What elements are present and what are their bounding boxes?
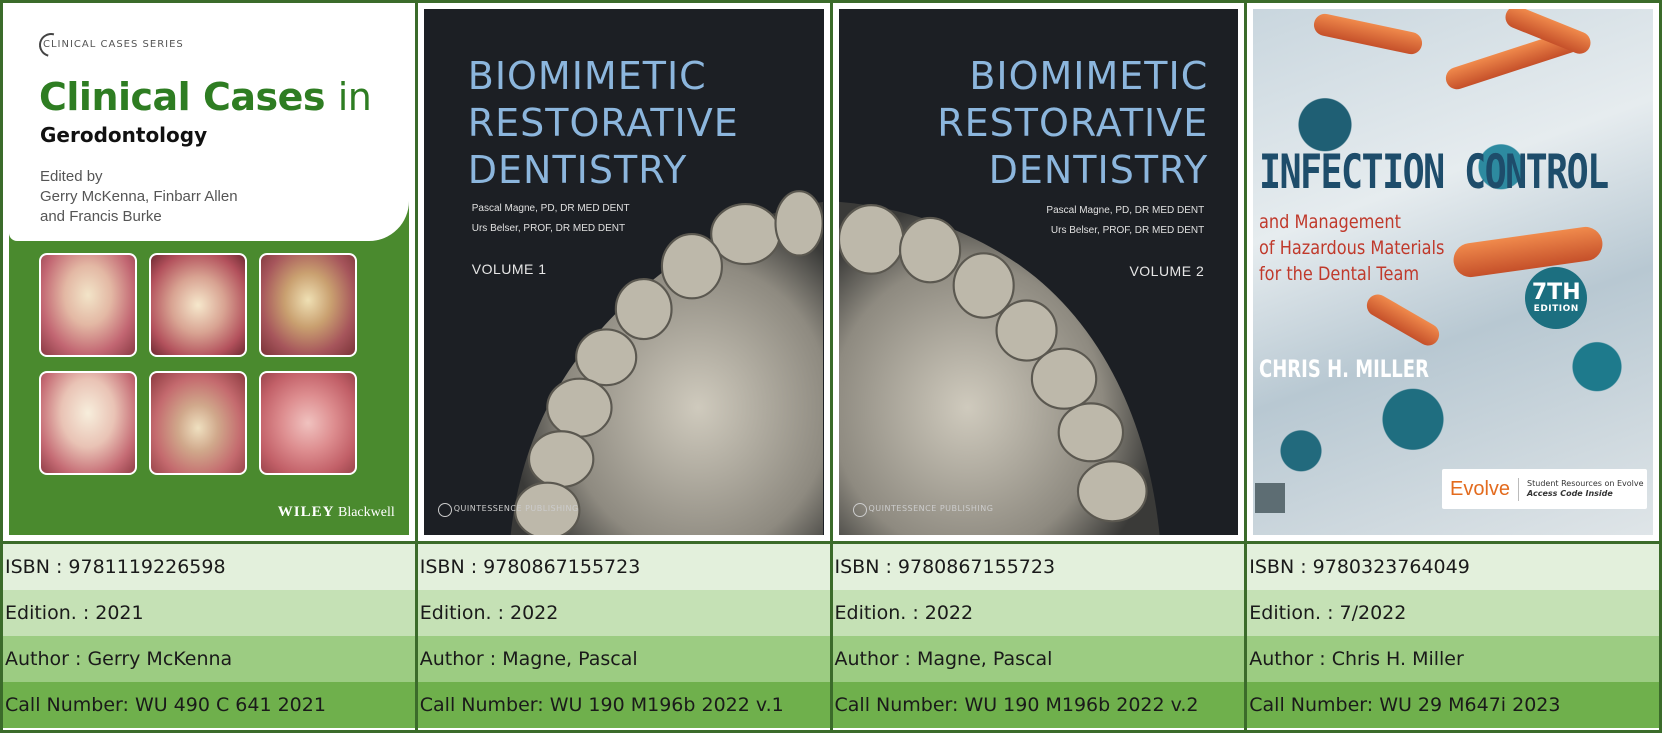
book-cover-frame: INFECTION CONTROL and Management of Haza… [1247, 3, 1659, 544]
isbn-row: ISBN : 9780867155723 [417, 544, 830, 590]
book-grid: CLINICAL CASES SERIES Clinical Cases in … [0, 0, 1662, 733]
edition-row: Edition. : 2022 [832, 590, 1245, 636]
cover-photo-grid [39, 253, 357, 475]
dental-photo [39, 371, 137, 475]
book-cover-infection-control[interactable]: INFECTION CONTROL and Management of Haza… [1253, 9, 1653, 535]
dental-photo [259, 371, 357, 475]
isbn-row: ISBN : 9780867155723 [832, 544, 1245, 590]
bacteria-illustration [1363, 290, 1444, 350]
cover-subtitle: Gerodontology [40, 123, 208, 147]
cover-title: BIOMIMETIC RESTORATIVE DENTISTRY [937, 54, 1209, 192]
book-card-1[interactable]: CLINICAL CASES SERIES Clinical Cases in … [3, 3, 418, 733]
cover-volume: VOLUME 1 [471, 261, 547, 277]
publisher-logo-icon [852, 503, 867, 517]
dental-photo [149, 253, 247, 357]
author-row: Author : Gerry McKenna [3, 636, 415, 682]
author-row: Author : Magne, Pascal [417, 636, 830, 682]
book-card-4[interactable]: INFECTION CONTROL and Management of Haza… [1247, 3, 1662, 733]
isbn-row: ISBN : 9781119226598 [3, 544, 415, 590]
elsevier-logo-icon [1255, 483, 1286, 513]
cover-subtitle: and Management of Hazardous Materials fo… [1259, 211, 1445, 285]
bacteria-illustration [1451, 224, 1605, 280]
book-card-2[interactable]: BIOMIMETIC RESTORATIVE DENTISTRY Pascal … [417, 3, 833, 733]
cover-publisher: WILEY Blackwell [277, 504, 395, 520]
cover-authors: Pascal Magne, PD, DR MED DENT Urs Belser… [471, 203, 630, 234]
book-cover-frame: BIOMIMETIC RESTORATIVE DENTISTRY Pascal … [417, 3, 830, 544]
edition-row: Edition. : 2021 [3, 590, 415, 636]
author-row: Author : Chris H. Miller [1247, 636, 1659, 682]
cover-editors: Edited by Gerry McKenna, Finbarr Allen a… [40, 168, 238, 225]
edition-row: Edition. : 2022 [417, 590, 830, 636]
cover-publisher: QUINTESSENCE PUBLISHING [868, 504, 994, 513]
cover-title-panel: CLINICAL CASES SERIES Clinical Cases in … [9, 9, 409, 241]
book-cover-clinical-cases[interactable]: CLINICAL CASES SERIES Clinical Cases in … [9, 9, 409, 535]
cover-authors: Pascal Magne, PD, DR MED DENT Urs Belser… [1046, 205, 1205, 236]
call-number-row: Call Number: WU 29 M647i 2023 [1247, 682, 1659, 728]
cover-title: Clinical Cases in [39, 75, 372, 119]
book-cover-biomimetic-vol2[interactable]: BIOMIMETIC RESTORATIVE DENTISTRY Pascal … [838, 9, 1239, 535]
dental-photo [259, 253, 357, 357]
call-number-row: Call Number: WU 190 M196b 2022 v.2 [832, 682, 1245, 728]
evolve-banner: Evolve Student Resources on Evolve Access… [1442, 469, 1647, 509]
isbn-row: ISBN : 9780323764049 [1247, 544, 1659, 590]
publisher-logo-icon [437, 503, 452, 517]
book-card-3[interactable]: BIOMIMETIC RESTORATIVE DENTISTRY Pascal … [832, 3, 1248, 733]
cover-publisher: QUINTESSENCE PUBLISHING [453, 504, 579, 513]
cover-series: CLINICAL CASES SERIES [43, 39, 184, 50]
cover-title: INFECTION CONTROL [1259, 145, 1609, 200]
edition-row: Edition. : 7/2022 [1247, 590, 1659, 636]
call-number-row: Call Number: WU 190 M196b 2022 v.1 [417, 682, 830, 728]
edition-badge: 7TH EDITION [1525, 267, 1588, 329]
bacteria-illustration [1312, 11, 1425, 57]
dental-photo [149, 371, 247, 475]
author-row: Author : Magne, Pascal [832, 636, 1245, 682]
cover-author: CHRIS H. MILLER [1259, 355, 1430, 383]
call-number-row: Call Number: WU 490 C 641 2021 [3, 682, 415, 728]
book-cover-biomimetic-vol1[interactable]: BIOMIMETIC RESTORATIVE DENTISTRY Pascal … [423, 9, 824, 535]
cover-title: BIOMIMETIC RESTORATIVE DENTISTRY [467, 54, 739, 192]
cover-volume: VOLUME 2 [1129, 263, 1205, 279]
dental-photo [39, 253, 137, 357]
book-cover-frame: CLINICAL CASES SERIES Clinical Cases in … [3, 3, 415, 544]
book-cover-frame: BIOMIMETIC RESTORATIVE DENTISTRY Pascal … [832, 3, 1245, 544]
